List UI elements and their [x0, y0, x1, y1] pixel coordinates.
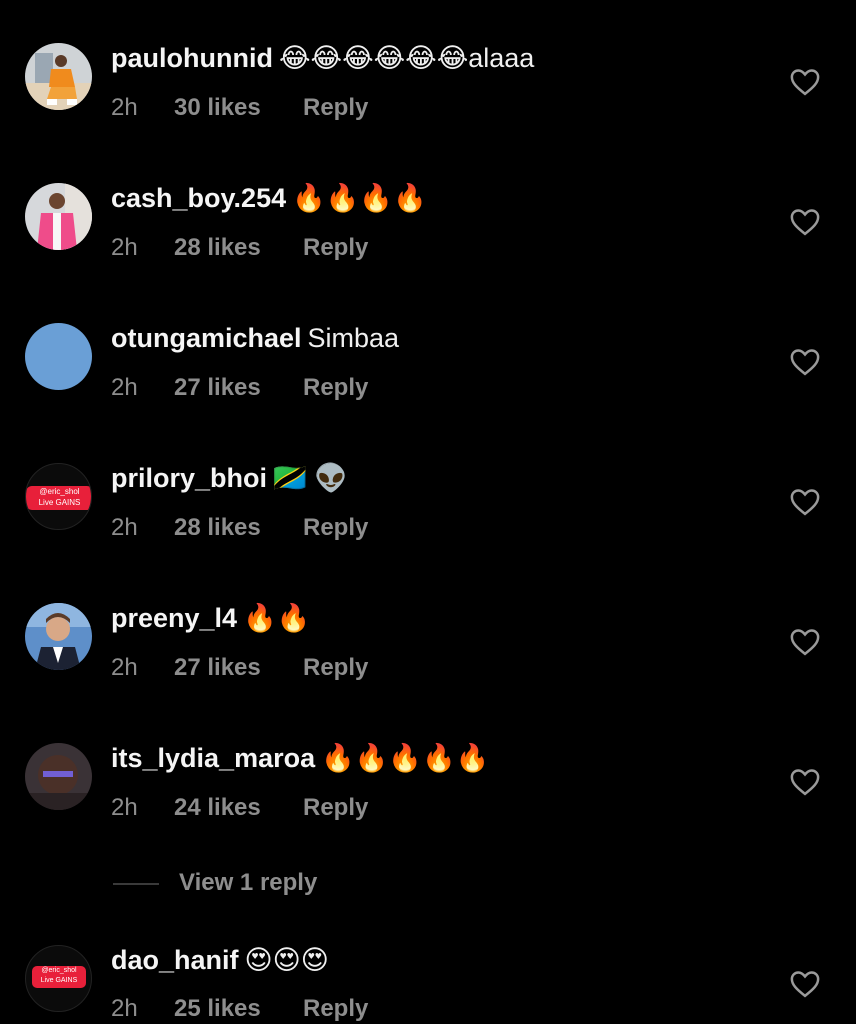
comment-line: cash_boy.254 🔥🔥🔥🔥 [111, 181, 427, 215]
comment-meta: 2h 27 likes Reply [111, 653, 368, 683]
comment-item: @eric_shol Live GAINS dao_hanif 😍😍😍 2h 25 … [0, 922, 856, 1024]
comment-text: 🔥🔥🔥🔥 [292, 183, 427, 213]
comment-meta: 2h 27 likes Reply [111, 373, 368, 403]
comment-meta: 2h 28 likes Reply [111, 233, 368, 263]
avatar-badge-handle: @eric_shol [41, 967, 77, 974]
comment-text: 😍😍😍 [244, 945, 329, 975]
comment-username[interactable]: otungamichael [111, 323, 302, 353]
comment-text: Simbaa [307, 323, 400, 353]
avatar-badge-caption: Live GAINS [40, 977, 78, 984]
replies-divider [113, 882, 159, 885]
comment-text: 🔥🔥🔥🔥🔥 [321, 743, 490, 773]
comment-line: its_lydia_maroa 🔥🔥🔥🔥🔥 [111, 741, 489, 775]
comment-time: 2h [111, 374, 138, 401]
comment-item: paulohunnid 😂😂😂😂😂😂alaaa 2h 30 likes Reply [0, 20, 856, 160]
comment-meta: 2h 25 likes Reply [111, 994, 368, 1024]
comment-time: 2h [111, 94, 138, 121]
comment-line: prilory_bhoi 🇹🇿 👽 [111, 461, 348, 495]
comment-username[interactable]: paulohunnid [111, 43, 273, 73]
comment-item: its_lydia_maroa 🔥🔥🔥🔥🔥 2h 24 likes Reply [0, 720, 856, 860]
comment-likes[interactable]: 30 likes [174, 93, 303, 123]
avatar-badge: @eric_shol Live GAINS [32, 966, 86, 988]
comment-username[interactable]: dao_hanif [111, 945, 239, 975]
comment-time: 2h [111, 234, 138, 261]
heart-outline-icon[interactable] [790, 348, 820, 376]
comment-text: 😂😂😂😂😂😂alaaa [278, 43, 535, 73]
comment-line: dao_hanif 😍😍😍 [111, 943, 329, 977]
comment-time: 2h [111, 794, 138, 821]
avatar-badge-handle: @eric_shol [39, 487, 80, 496]
heart-outline-icon[interactable] [790, 68, 820, 96]
comment-time: 2h [111, 654, 138, 681]
comment-text: 🇹🇿 👽 [273, 463, 348, 493]
view-replies-label: View 1 reply [179, 869, 318, 896]
comment-username[interactable]: prilory_bhoi [111, 463, 267, 493]
avatar[interactable]: @eric_shol Live GAINS [25, 463, 92, 530]
comment-item: preeny_l4 🔥🔥 2h 27 likes Reply [0, 580, 856, 720]
comment-time: 2h [111, 995, 138, 1022]
heart-outline-icon[interactable] [790, 970, 820, 998]
heart-outline-icon[interactable] [790, 208, 820, 236]
comment-meta: 2h 30 likes Reply [111, 93, 368, 123]
comment-likes[interactable]: 27 likes [174, 653, 303, 683]
avatar-badge: @eric_shol Live GAINS [26, 486, 91, 510]
reply-button[interactable]: Reply [303, 793, 368, 823]
comment-item: cash_boy.254 🔥🔥🔥🔥 2h 28 likes Reply [0, 160, 856, 300]
reply-button[interactable]: Reply [303, 513, 368, 543]
comment-meta: 2h 24 likes Reply [111, 793, 368, 823]
heart-outline-icon[interactable] [790, 768, 820, 796]
reply-button[interactable]: Reply [303, 653, 368, 683]
comment-username[interactable]: its_lydia_maroa [111, 743, 315, 773]
comment-username[interactable]: cash_boy.254 [111, 183, 286, 213]
comment-item: otungamichael Simbaa 2h 27 likes Reply [0, 300, 856, 440]
reply-button[interactable]: Reply [303, 93, 368, 123]
avatar[interactable] [25, 323, 92, 390]
avatar[interactable] [25, 603, 92, 670]
comment-likes[interactable]: 28 likes [174, 233, 303, 263]
comment-line: paulohunnid 😂😂😂😂😂😂alaaa [111, 41, 534, 75]
avatar-badge-caption: Live GAINS [38, 498, 81, 507]
avatar[interactable] [25, 183, 92, 250]
comment-likes[interactable]: 24 likes [174, 793, 303, 823]
comment-time: 2h [111, 514, 138, 541]
comment-line: preeny_l4 🔥🔥 [111, 601, 310, 635]
heart-outline-icon[interactable] [790, 628, 820, 656]
comment-likes[interactable]: 25 likes [174, 994, 303, 1024]
avatar[interactable]: @eric_shol Live GAINS [25, 945, 92, 1012]
reply-button[interactable]: Reply [303, 994, 368, 1024]
heart-outline-icon[interactable] [790, 488, 820, 516]
comment-likes[interactable]: 28 likes [174, 513, 303, 543]
avatar[interactable] [25, 743, 92, 810]
reply-button[interactable]: Reply [303, 233, 368, 263]
comment-item: @eric_shol Live GAINS prilory_bhoi 🇹🇿 👽 2… [0, 440, 856, 580]
comment-username[interactable]: preeny_l4 [111, 603, 237, 633]
comment-likes[interactable]: 27 likes [174, 373, 303, 403]
avatar[interactable] [25, 43, 92, 110]
reply-button[interactable]: Reply [303, 373, 368, 403]
comment-text: 🔥🔥 [243, 603, 311, 633]
comment-meta: 2h 28 likes Reply [111, 513, 368, 543]
view-replies-button[interactable]: View 1 reply [113, 866, 317, 900]
comment-line: otungamichael Simbaa [111, 321, 399, 355]
